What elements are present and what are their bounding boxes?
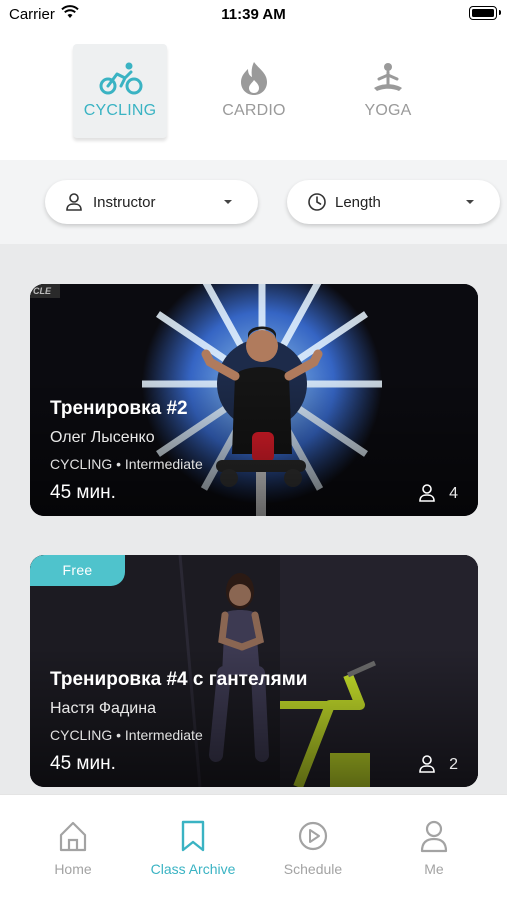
meditation-icon: [374, 63, 402, 91]
play-circle-icon: [298, 821, 328, 851]
tab-yoga-label: YOGA: [364, 102, 412, 119]
tab-class-archive-label: Class Archive: [150, 861, 236, 877]
status-bar: Carrier 11:39 AM: [0, 0, 507, 30]
tab-home-label: Home: [54, 861, 92, 877]
bicycle-icon: [99, 62, 143, 95]
class-meta: CYCLING • Intermediate: [50, 727, 203, 743]
tab-schedule-label: Schedule: [283, 861, 343, 877]
battery-icon: [469, 6, 497, 20]
tab-yoga[interactable]: YOGA: [341, 44, 435, 138]
class-instructor: Олег Лысенко: [50, 429, 155, 446]
class-card[interactable]: Free Тренировка #4 с гантелями Настя Фад…: [30, 555, 478, 787]
tab-class-archive[interactable]: Class Archive: [133, 819, 253, 879]
length-filter-label: Length: [335, 194, 381, 211]
tab-bar: Home Class Archive Schedule Me: [0, 794, 507, 900]
class-duration: 45 мин.: [50, 482, 116, 503]
class-meta: CYCLING • Intermediate: [50, 456, 203, 472]
chevron-down-icon: [466, 200, 474, 204]
free-badge: Free: [30, 555, 125, 586]
home-icon: [59, 821, 87, 852]
length-filter[interactable]: Length: [287, 180, 500, 224]
class-title: Тренировка #2: [50, 398, 188, 419]
person-icon: [419, 755, 435, 773]
clock-icon: [308, 193, 326, 211]
status-time: 11:39 AM: [221, 6, 286, 23]
tab-me-label: Me: [424, 861, 444, 877]
class-list[interactable]: CLE Тренировка #2 Олег Лысенко CYCLING •…: [0, 244, 507, 794]
tab-cycling-label: CYCLING: [83, 102, 157, 119]
participants: 4: [418, 483, 458, 505]
class-instructor: Настя Фадина: [50, 700, 156, 717]
tab-cycling[interactable]: CYCLING: [73, 44, 167, 138]
tab-home[interactable]: Home: [13, 819, 133, 879]
participant-count: 2: [449, 756, 458, 773]
bookmark-icon: [181, 820, 205, 852]
instructor-filter-label: Instructor: [93, 194, 156, 211]
class-title: Тренировка #4 с гантелями: [50, 669, 308, 690]
filter-bar: Instructor Length: [0, 160, 507, 244]
tab-cardio[interactable]: CARDIO: [207, 44, 301, 138]
chevron-down-icon: [224, 200, 232, 204]
participant-count: 4: [449, 485, 458, 502]
participants: 2: [418, 754, 458, 776]
tab-cardio-label: CARDIO: [222, 102, 286, 119]
person-icon: [419, 484, 435, 502]
tab-schedule[interactable]: Schedule: [253, 819, 373, 879]
tab-me[interactable]: Me: [374, 819, 494, 879]
class-card[interactable]: CLE Тренировка #2 Олег Лысенко CYCLING •…: [30, 284, 478, 516]
flame-icon: [241, 62, 267, 95]
instructor-filter[interactable]: Instructor: [45, 180, 258, 224]
profile-icon: [420, 820, 448, 853]
person-icon: [66, 193, 82, 211]
studio-logo: CLE: [30, 284, 60, 298]
category-tabs: CYCLING CARDIO YOGA: [0, 40, 507, 158]
class-duration: 45 мин.: [50, 753, 116, 774]
